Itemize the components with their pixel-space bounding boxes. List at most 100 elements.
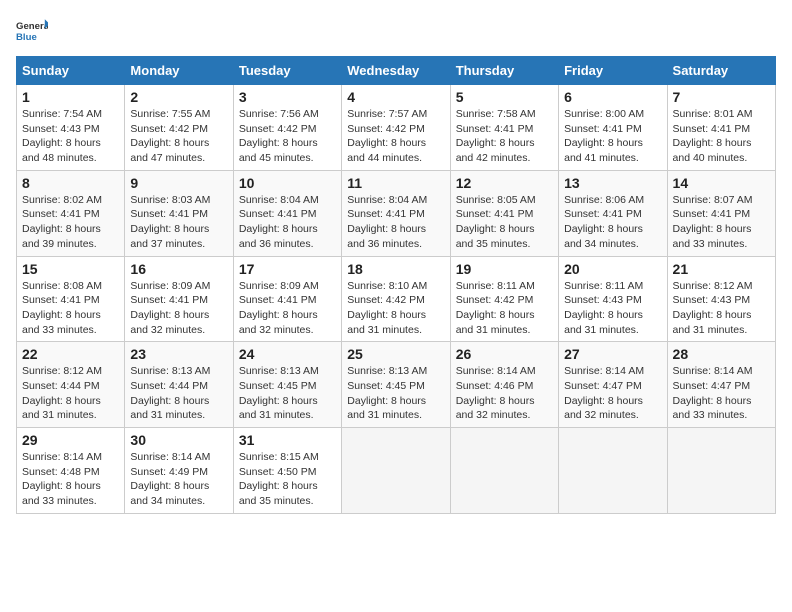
day-cell: 26Sunrise: 8:14 AMSunset: 4:46 PMDayligh… bbox=[450, 342, 558, 428]
day-number: 9 bbox=[130, 175, 227, 191]
day-cell: 3 Sunrise: 7:56 AMSunset: 4:42 PMDaylight… bbox=[233, 85, 341, 171]
day-number: 4 bbox=[347, 89, 444, 105]
day-number: 23 bbox=[130, 346, 227, 362]
day-cell: 22 Sunrise: 8:12 AMSunset: 4:44 PMDayligh… bbox=[17, 342, 125, 428]
week-row-4: 22 Sunrise: 8:12 AMSunset: 4:44 PMDayligh… bbox=[17, 342, 776, 428]
day-info: Sunrise: 8:14 AMSunset: 4:46 PMDaylight:… bbox=[456, 364, 553, 423]
day-info: Sunrise: 8:14 AMSunset: 4:49 PMDaylight:… bbox=[130, 450, 227, 509]
day-info: Sunrise: 8:11 AMSunset: 4:42 PMDaylight:… bbox=[456, 279, 553, 338]
day-cell: 6Sunrise: 8:00 AMSunset: 4:41 PMDaylight… bbox=[559, 85, 667, 171]
header-row: SundayMondayTuesdayWednesdayThursdayFrid… bbox=[17, 57, 776, 85]
day-cell: 7 Sunrise: 8:01 AMSunset: 4:41 PMDaylight… bbox=[667, 85, 775, 171]
day-number: 15 bbox=[22, 261, 119, 277]
day-number: 17 bbox=[239, 261, 336, 277]
day-number: 14 bbox=[673, 175, 770, 191]
day-cell: 12Sunrise: 8:05 AMSunset: 4:41 PMDayligh… bbox=[450, 170, 558, 256]
day-info: Sunrise: 8:14 AMSunset: 4:47 PMDaylight:… bbox=[673, 364, 770, 423]
day-info: Sunrise: 8:04 AMSunset: 4:41 PMDaylight:… bbox=[239, 193, 336, 252]
day-number: 13 bbox=[564, 175, 661, 191]
day-info: Sunrise: 8:08 AMSunset: 4:41 PMDaylight:… bbox=[22, 279, 119, 338]
day-info: Sunrise: 8:04 AMSunset: 4:41 PMDaylight:… bbox=[347, 193, 444, 252]
day-info: Sunrise: 8:15 AMSunset: 4:50 PMDaylight:… bbox=[239, 450, 336, 509]
day-cell: 16 Sunrise: 8:09 AMSunset: 4:41 PMDayligh… bbox=[125, 256, 233, 342]
day-number: 5 bbox=[456, 89, 553, 105]
day-info: Sunrise: 8:12 AMSunset: 4:44 PMDaylight:… bbox=[22, 364, 119, 423]
day-cell: 8Sunrise: 8:02 AMSunset: 4:41 PMDaylight… bbox=[17, 170, 125, 256]
day-cell: 4 Sunrise: 7:57 AMSunset: 4:42 PMDaylight… bbox=[342, 85, 450, 171]
logo: General Blue bbox=[16, 16, 48, 48]
day-cell: 13 Sunrise: 8:06 AMSunset: 4:41 PMDayligh… bbox=[559, 170, 667, 256]
day-cell: 17 Sunrise: 8:09 AMSunset: 4:41 PMDayligh… bbox=[233, 256, 341, 342]
col-header-tuesday: Tuesday bbox=[233, 57, 341, 85]
day-cell: 10 Sunrise: 8:04 AMSunset: 4:41 PMDayligh… bbox=[233, 170, 341, 256]
day-info: Sunrise: 8:01 AMSunset: 4:41 PMDaylight:… bbox=[673, 107, 770, 166]
day-number: 18 bbox=[347, 261, 444, 277]
day-cell: 9 Sunrise: 8:03 AMSunset: 4:41 PMDaylight… bbox=[125, 170, 233, 256]
day-number: 28 bbox=[673, 346, 770, 362]
day-number: 20 bbox=[564, 261, 661, 277]
day-cell: 1Sunrise: 7:54 AMSunset: 4:43 PMDaylight… bbox=[17, 85, 125, 171]
col-header-saturday: Saturday bbox=[667, 57, 775, 85]
day-number: 29 bbox=[22, 432, 119, 448]
day-cell: 21 Sunrise: 8:12 AMSunset: 4:43 PMDayligh… bbox=[667, 256, 775, 342]
day-info: Sunrise: 7:54 AMSunset: 4:43 PMDaylight:… bbox=[22, 107, 119, 166]
day-info: Sunrise: 8:06 AMSunset: 4:41 PMDaylight:… bbox=[564, 193, 661, 252]
day-cell: 29 Sunrise: 8:14 AMSunset: 4:48 PMDayligh… bbox=[17, 428, 125, 514]
day-number: 11 bbox=[347, 175, 444, 191]
header: General Blue bbox=[16, 16, 776, 48]
day-info: Sunrise: 8:09 AMSunset: 4:41 PMDaylight:… bbox=[130, 279, 227, 338]
svg-text:General: General bbox=[16, 21, 48, 32]
day-number: 2 bbox=[130, 89, 227, 105]
col-header-thursday: Thursday bbox=[450, 57, 558, 85]
day-cell bbox=[559, 428, 667, 514]
day-cell bbox=[342, 428, 450, 514]
day-info: Sunrise: 7:57 AMSunset: 4:42 PMDaylight:… bbox=[347, 107, 444, 166]
week-row-1: 1Sunrise: 7:54 AMSunset: 4:43 PMDaylight… bbox=[17, 85, 776, 171]
day-number: 16 bbox=[130, 261, 227, 277]
col-header-friday: Friday bbox=[559, 57, 667, 85]
day-cell: 15 Sunrise: 8:08 AMSunset: 4:41 PMDayligh… bbox=[17, 256, 125, 342]
day-number: 3 bbox=[239, 89, 336, 105]
svg-text:Blue: Blue bbox=[16, 32, 37, 43]
day-number: 25 bbox=[347, 346, 444, 362]
day-cell bbox=[450, 428, 558, 514]
day-number: 22 bbox=[22, 346, 119, 362]
day-number: 7 bbox=[673, 89, 770, 105]
day-info: Sunrise: 7:55 AMSunset: 4:42 PMDaylight:… bbox=[130, 107, 227, 166]
day-cell: 18 Sunrise: 8:10 AMSunset: 4:42 PMDayligh… bbox=[342, 256, 450, 342]
day-info: Sunrise: 8:13 AMSunset: 4:45 PMDaylight:… bbox=[239, 364, 336, 423]
week-row-2: 8Sunrise: 8:02 AMSunset: 4:41 PMDaylight… bbox=[17, 170, 776, 256]
day-number: 12 bbox=[456, 175, 553, 191]
day-cell: 11 Sunrise: 8:04 AMSunset: 4:41 PMDayligh… bbox=[342, 170, 450, 256]
day-info: Sunrise: 8:14 AMSunset: 4:48 PMDaylight:… bbox=[22, 450, 119, 509]
week-row-3: 15 Sunrise: 8:08 AMSunset: 4:41 PMDayligh… bbox=[17, 256, 776, 342]
col-header-monday: Monday bbox=[125, 57, 233, 85]
day-info: Sunrise: 8:14 AMSunset: 4:47 PMDaylight:… bbox=[564, 364, 661, 423]
day-cell bbox=[667, 428, 775, 514]
day-info: Sunrise: 8:03 AMSunset: 4:41 PMDaylight:… bbox=[130, 193, 227, 252]
day-cell: 23Sunrise: 8:13 AMSunset: 4:44 PMDayligh… bbox=[125, 342, 233, 428]
day-number: 30 bbox=[130, 432, 227, 448]
day-info: Sunrise: 8:09 AMSunset: 4:41 PMDaylight:… bbox=[239, 279, 336, 338]
day-cell: 27Sunrise: 8:14 AMSunset: 4:47 PMDayligh… bbox=[559, 342, 667, 428]
day-number: 10 bbox=[239, 175, 336, 191]
logo-icon: General Blue bbox=[16, 16, 48, 48]
day-cell: 2 Sunrise: 7:55 AMSunset: 4:42 PMDaylight… bbox=[125, 85, 233, 171]
day-info: Sunrise: 7:56 AMSunset: 4:42 PMDaylight:… bbox=[239, 107, 336, 166]
day-number: 24 bbox=[239, 346, 336, 362]
day-cell: 20Sunrise: 8:11 AMSunset: 4:43 PMDayligh… bbox=[559, 256, 667, 342]
day-number: 31 bbox=[239, 432, 336, 448]
day-info: Sunrise: 8:12 AMSunset: 4:43 PMDaylight:… bbox=[673, 279, 770, 338]
day-info: Sunrise: 8:02 AMSunset: 4:41 PMDaylight:… bbox=[22, 193, 119, 252]
day-number: 6 bbox=[564, 89, 661, 105]
day-number: 21 bbox=[673, 261, 770, 277]
day-cell: 5Sunrise: 7:58 AMSunset: 4:41 PMDaylight… bbox=[450, 85, 558, 171]
day-cell: 31 Sunrise: 8:15 AMSunset: 4:50 PMDayligh… bbox=[233, 428, 341, 514]
day-cell: 14 Sunrise: 8:07 AMSunset: 4:41 PMDayligh… bbox=[667, 170, 775, 256]
col-header-wednesday: Wednesday bbox=[342, 57, 450, 85]
day-info: Sunrise: 8:07 AMSunset: 4:41 PMDaylight:… bbox=[673, 193, 770, 252]
day-info: Sunrise: 8:10 AMSunset: 4:42 PMDaylight:… bbox=[347, 279, 444, 338]
day-cell: 19Sunrise: 8:11 AMSunset: 4:42 PMDayligh… bbox=[450, 256, 558, 342]
week-row-5: 29 Sunrise: 8:14 AMSunset: 4:48 PMDayligh… bbox=[17, 428, 776, 514]
day-info: Sunrise: 8:13 AMSunset: 4:45 PMDaylight:… bbox=[347, 364, 444, 423]
